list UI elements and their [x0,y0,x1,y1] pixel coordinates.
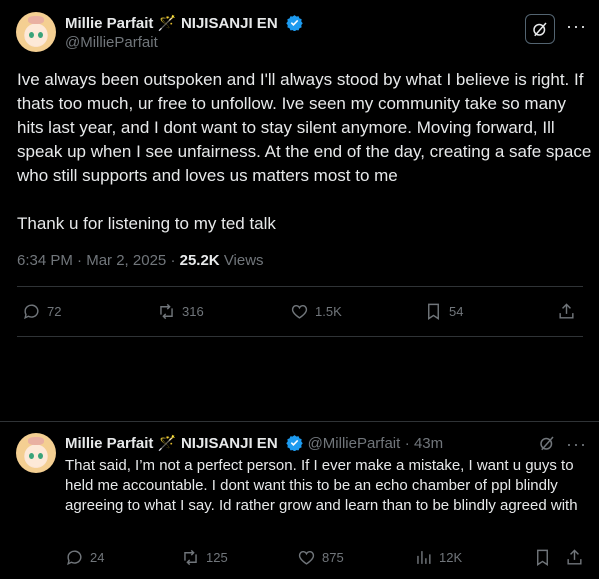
like-button[interactable]: 1.5K [290,302,342,321]
grok-icon[interactable] [538,434,556,452]
reply-views-button[interactable]: 12K [414,548,462,567]
author-display-name[interactable]: Millie Parfait [65,15,153,32]
reply-like-count: 875 [322,550,344,565]
views-icon [417,551,431,564]
bookmark-count: 54 [449,304,464,319]
like-icon [298,551,315,565]
author-avatar[interactable] [16,12,56,52]
tweet-date[interactable]: Mar 2, 2025 [86,252,166,269]
more-icon[interactable]: ··· [566,16,587,37]
reply-separator: · [404,435,414,452]
divider-section [0,421,599,422]
reply-affiliation[interactable]: NIJISANJI EN [181,435,278,452]
tweet-paragraph-1: Ive always been outspoken and I'll alway… [17,70,592,185]
bookmark-icon [428,303,439,320]
reply-button[interactable]: 72 [22,302,61,321]
meta-separator: · [170,252,180,269]
divider-bottom [17,336,583,337]
like-icon [291,305,308,319]
repost-count: 316 [182,304,204,319]
reply-count: 72 [47,304,62,319]
reply-header: Millie Parfait 🪄 NIJISANJI EN @MilliePar… [65,434,443,453]
share-icon [559,303,574,319]
like-count: 1.5K [315,304,342,319]
grok-icon [533,22,547,37]
repost-icon [184,549,197,566]
reply-share-button[interactable] [565,548,584,567]
grok-button[interactable] [525,14,555,44]
tweet-body: Ive always been outspoken and I'll alway… [17,68,592,236]
wand-emoji: 🪄 [157,435,177,452]
reply-repost-count: 125 [206,550,228,565]
reply-repost-button[interactable]: 125 [181,548,228,567]
tweet-meta: 6:34 PM · Mar 2, 2025 · 25.2K Views [17,252,264,269]
views-label: Views [223,252,264,269]
bookmark-button[interactable]: 54 [424,302,463,321]
reply-reply-count: 24 [90,550,105,565]
share-icon [567,549,582,565]
wand-emoji: 🪄 [157,15,177,32]
repost-icon [160,303,173,320]
verified-badge-icon [286,15,303,31]
author-name-row[interactable]: Millie Parfait 🪄 NIJISANJI EN [65,14,303,33]
reply-author-avatar[interactable] [16,433,56,473]
reply-age[interactable]: 43m [414,435,443,452]
meta-separator: · [77,252,87,269]
bookmark-icon [537,549,548,566]
reply-handle[interactable]: @MillieParfait [308,435,401,452]
repost-button[interactable]: 316 [157,302,204,321]
reply-views-count: 12K [439,550,463,565]
author-handle[interactable]: @MillieParfait [65,34,158,51]
tweet-time[interactable]: 6:34 PM [17,252,73,269]
views-count: 25.2K [179,252,220,269]
reply-body: That said, I’m not a perfect person. If … [65,457,578,514]
reply-icon [67,550,82,566]
divider-top [17,286,583,287]
reply-more-icon[interactable]: ··· [566,434,587,455]
reply-like-button[interactable]: 875 [297,548,344,567]
thread-gap [0,387,599,422]
verified-badge-icon [286,435,303,451]
reply-bookmark-button[interactable] [533,548,552,567]
share-button[interactable] [557,302,576,321]
reply-display-name[interactable]: Millie Parfait [65,435,153,452]
author-affiliation[interactable]: NIJISANJI EN [181,15,278,32]
reply-reply-button[interactable]: 24 [65,548,104,567]
reply-icon [24,304,39,320]
tweet-paragraph-2: Thank u for listening to my ted talk [17,214,276,233]
